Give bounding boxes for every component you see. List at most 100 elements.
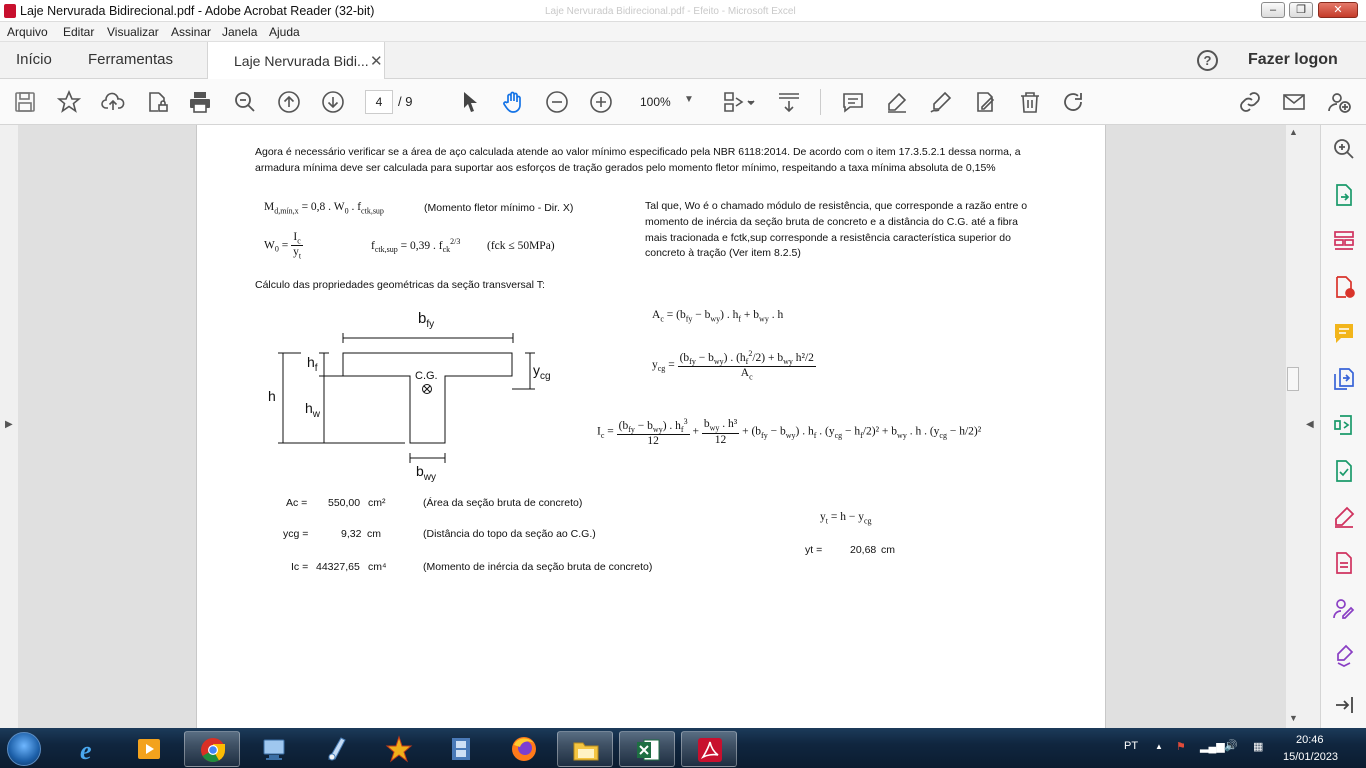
save-icon[interactable] bbox=[13, 90, 37, 114]
mail-icon[interactable] bbox=[1282, 90, 1306, 114]
ic-label: Ic = bbox=[291, 561, 309, 573]
page-down-icon[interactable] bbox=[321, 90, 345, 114]
upload-icon[interactable] bbox=[101, 90, 125, 114]
taskbar-media-icon[interactable] bbox=[121, 731, 177, 767]
close-window-button[interactable]: ✕ bbox=[1318, 2, 1358, 18]
language-indicator[interactable]: PT bbox=[1124, 740, 1138, 752]
page-up-icon[interactable] bbox=[277, 90, 301, 114]
comment-panel-icon[interactable] bbox=[1332, 321, 1356, 345]
right-panel-toggle[interactable]: ◀ bbox=[1300, 125, 1320, 728]
comment-icon[interactable] bbox=[841, 90, 865, 114]
menu-editar[interactable]: Editar bbox=[63, 25, 94, 39]
yt-formula: yt = h − ycg bbox=[820, 511, 872, 526]
highlight-icon[interactable] bbox=[885, 90, 909, 114]
expand-left-icon: ▶ bbox=[5, 419, 13, 430]
start-button[interactable] bbox=[7, 732, 41, 766]
taskbar-snipping-icon[interactable] bbox=[309, 731, 365, 767]
hand-icon[interactable] bbox=[501, 90, 525, 114]
taskbar-star-app-icon[interactable] bbox=[371, 731, 427, 767]
taskbar-network-icon[interactable] bbox=[246, 731, 302, 767]
clock-date[interactable]: 15/01/2023 bbox=[1283, 751, 1338, 763]
tab-tools[interactable]: Ferramentas bbox=[88, 51, 173, 68]
taskbar-explorer-icon[interactable] bbox=[557, 731, 613, 767]
vertical-scrollbar[interactable]: ▲ ▼ bbox=[1286, 125, 1300, 728]
scroll-up-icon[interactable]: ▲ bbox=[1289, 127, 1298, 137]
combine-files-icon[interactable] bbox=[1332, 367, 1356, 391]
menu-visualizar[interactable]: Visualizar bbox=[107, 25, 159, 39]
taskbar-acrobat-icon[interactable] bbox=[681, 731, 737, 767]
w0-formula: W0 = Ic yt bbox=[264, 231, 304, 261]
login-link[interactable]: Fazer logon bbox=[1248, 51, 1338, 69]
menu-arquivo[interactable]: Arquivo bbox=[7, 25, 48, 39]
share-user-icon[interactable] bbox=[1327, 90, 1351, 114]
fill-sign-icon[interactable] bbox=[1332, 505, 1356, 529]
export-pdf-icon[interactable] bbox=[1332, 183, 1356, 207]
taskbar-excel-icon[interactable] bbox=[619, 731, 675, 767]
close-tab-icon[interactable]: ✕ bbox=[370, 52, 383, 70]
cursor-icon[interactable] bbox=[458, 90, 482, 114]
tray-flag-icon[interactable]: ⚑ bbox=[1176, 740, 1186, 753]
help-icon[interactable]: ? bbox=[1197, 50, 1218, 71]
yt-unit: cm bbox=[881, 544, 895, 556]
page-number-input[interactable]: 4 bbox=[365, 90, 393, 114]
collapse-right-icon: ◀ bbox=[1306, 419, 1314, 430]
minimize-button[interactable]: – bbox=[1261, 2, 1285, 18]
intro-line-1: Agora é necessário verificar se a área d… bbox=[255, 146, 1021, 158]
send-review-icon[interactable] bbox=[1332, 551, 1356, 575]
taskbar-ie-icon[interactable]: e bbox=[61, 731, 117, 767]
menu-ajuda[interactable]: Ajuda bbox=[269, 25, 300, 39]
zoom-search-icon[interactable] bbox=[233, 90, 257, 114]
page-total: / 9 bbox=[398, 94, 413, 109]
acrobat-app-icon bbox=[4, 4, 16, 18]
zoom-value: 100% bbox=[640, 95, 671, 109]
fit-page-icon[interactable] bbox=[722, 90, 756, 114]
print-icon[interactable] bbox=[188, 90, 212, 114]
tray-network-icon[interactable]: ▦ bbox=[1253, 740, 1263, 753]
taskbar-firefox-icon[interactable] bbox=[496, 731, 552, 767]
scroll-thumb[interactable] bbox=[1287, 367, 1299, 391]
search-icon[interactable] bbox=[1332, 137, 1356, 161]
delete-icon[interactable] bbox=[1018, 90, 1042, 114]
tab-document[interactable]: Laje Nervurada Bidi... ✕ bbox=[207, 42, 385, 80]
clock-time[interactable]: 20:46 bbox=[1296, 734, 1324, 746]
taskbar-chrome-icon[interactable] bbox=[184, 731, 240, 767]
fig-cg-label: C.G. bbox=[415, 370, 438, 382]
fig-bwy-label: bwy bbox=[416, 463, 437, 483]
fig-h-label: h bbox=[268, 388, 276, 404]
link-icon[interactable] bbox=[1238, 90, 1262, 114]
scroll-mode-icon[interactable] bbox=[777, 90, 801, 114]
pdf-page: Agora é necessário verificar se a área d… bbox=[196, 125, 1106, 728]
calc-title: Cálculo das propriedades geométricas da … bbox=[255, 279, 545, 291]
menu-janela[interactable]: Janela bbox=[222, 25, 257, 39]
page-lock-icon[interactable] bbox=[145, 90, 169, 114]
ac-value: 550,00 bbox=[328, 497, 361, 509]
more-tools-icon[interactable] bbox=[1332, 643, 1356, 667]
tray-expand-icon[interactable]: ▲ bbox=[1155, 742, 1163, 751]
intro-line-2: armadura mínima deve ser calculada para … bbox=[255, 162, 996, 174]
menu-assinar[interactable]: Assinar bbox=[171, 25, 211, 39]
scan-icon[interactable] bbox=[1332, 459, 1356, 483]
sign-icon[interactable] bbox=[929, 90, 953, 114]
edit-pdf-icon[interactable] bbox=[973, 90, 997, 114]
tray-volume-icon[interactable]: 🔊 bbox=[1224, 739, 1238, 752]
zoom-dropdown[interactable]: 100% ▼ bbox=[632, 90, 698, 114]
tab-home[interactable]: Início bbox=[16, 51, 52, 68]
ycg-unit: cm bbox=[367, 528, 381, 540]
tray-signal-icon[interactable]: ▂▄▆ bbox=[1200, 740, 1225, 753]
rotate-icon[interactable] bbox=[1061, 90, 1085, 114]
taskbar-film-icon[interactable] bbox=[433, 731, 489, 767]
left-panel-toggle[interactable]: ▶ bbox=[0, 125, 18, 728]
request-signature-icon[interactable] bbox=[1332, 597, 1356, 621]
organize-pages-icon[interactable] bbox=[1332, 229, 1356, 253]
restore-button[interactable]: ❐ bbox=[1289, 2, 1313, 18]
star-icon[interactable] bbox=[56, 89, 82, 114]
zoom-out-icon[interactable] bbox=[545, 90, 569, 114]
ic-unit: cm⁴ bbox=[368, 561, 387, 573]
scroll-down-icon[interactable]: ▼ bbox=[1289, 713, 1298, 723]
create-pdf-icon[interactable] bbox=[1332, 275, 1356, 299]
collapse-panel-icon[interactable] bbox=[1332, 693, 1356, 717]
zoom-in-icon[interactable] bbox=[589, 90, 613, 114]
ycg-desc: (Distância do topo da seção ao C.G.) bbox=[423, 528, 596, 540]
compress-pdf-icon[interactable] bbox=[1332, 413, 1356, 437]
yt-value: 20,68 bbox=[850, 544, 877, 556]
